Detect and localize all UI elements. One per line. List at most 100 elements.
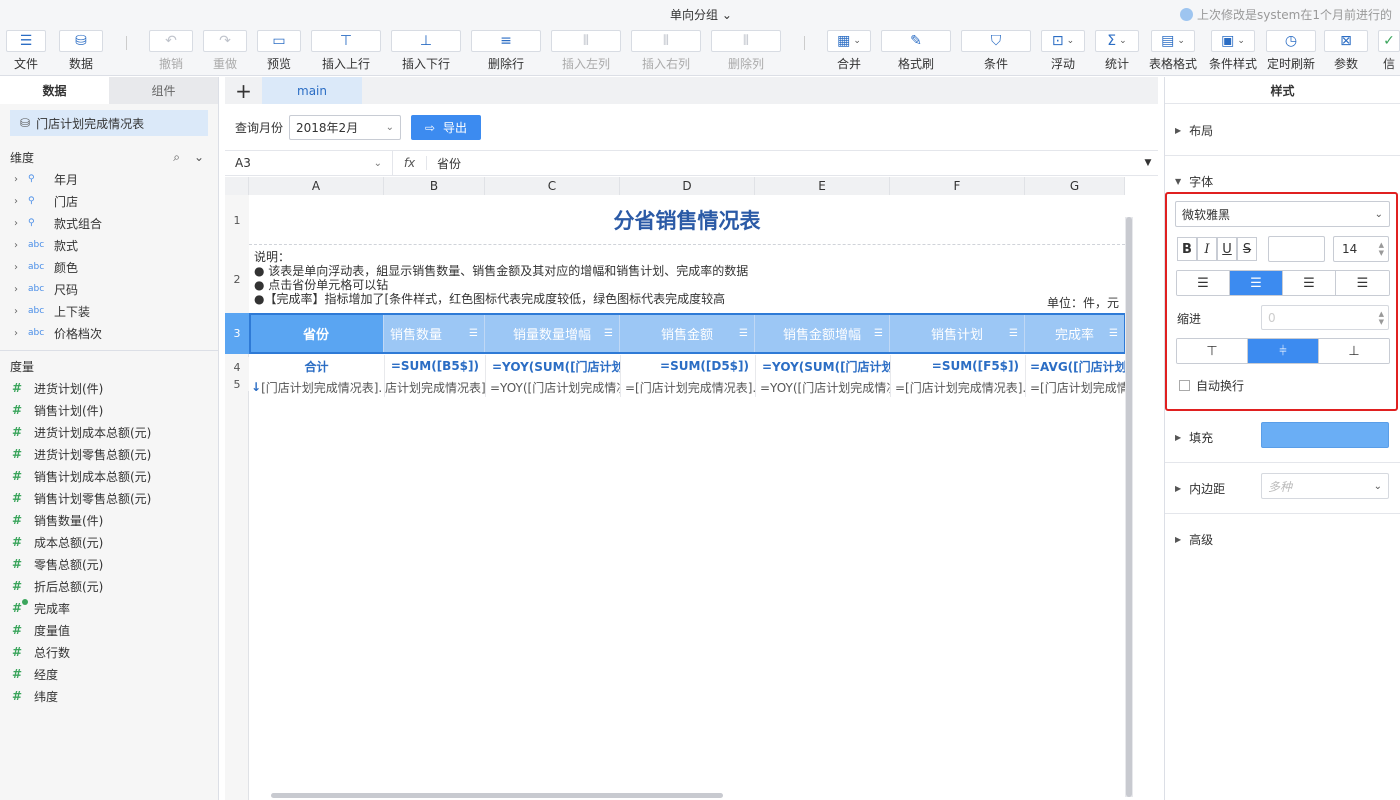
measure-item[interactable]: # 完成率 [0,597,218,619]
auto-wrap-checkbox[interactable]: 自动换行 [1179,377,1244,394]
section-fill[interactable]: ▶ 填充 [1175,429,1213,446]
chevron-right-icon[interactable]: › [14,240,22,251]
insert-col-right-button[interactable]: ⫴ 插入右列 [631,30,701,72]
preview-button[interactable]: ▭ 预览 [257,30,301,72]
align-top-button[interactable]: ⊤ [1177,339,1248,363]
cell-reference-select[interactable]: A3 ⌄ [225,151,393,175]
horizontal-scrollbar[interactable] [271,793,723,798]
section-layout[interactable]: ▶ 布局 [1175,122,1213,139]
font-size-stepper[interactable]: 14 ▲ ▼ [1333,236,1389,262]
more-button[interactable]: ✓ 信 [1378,30,1400,72]
fill-color-swatch[interactable] [1261,422,1389,448]
measure-item[interactable]: # 进货计划成本总额(元) [0,421,218,443]
row-header-3[interactable]: 3 [225,313,249,354]
cell-e5[interactable]: =YOY([门店计划完成情况 [755,377,890,397]
tab-data[interactable]: 数据 [0,77,109,104]
underline-button[interactable]: U [1217,237,1237,261]
dimension-item[interactable]: › abc 款式 [0,234,218,256]
dataset-item[interactable]: ⛁ 门店计划完成情况表 [10,110,208,136]
delete-row-button[interactable]: ≡ 删除行 [471,30,541,72]
indent-stepper[interactable]: 0 ▲ ▼ [1261,305,1389,330]
row-header-4[interactable]: 4 [225,357,249,377]
row-header-2[interactable]: 2 [225,245,249,313]
formula-input[interactable]: 省份 [427,155,1138,172]
tab-component[interactable]: 组件 [109,77,218,104]
report-title[interactable]: 分省销售情况表 [249,195,1125,245]
measure-item[interactable]: # 总行数 [0,641,218,663]
insert-row-below-button[interactable]: ⊥ 插入下行 [391,30,461,72]
chevron-right-icon[interactable]: › [14,284,22,295]
add-sheet-button[interactable]: + [225,77,262,104]
measure-item[interactable]: # 进货计划零售总额(元) [0,443,218,465]
font-family-select[interactable]: 微软雅黑 ⌄ [1175,201,1390,227]
row-header-5[interactable]: 5 [225,377,249,391]
chevron-down-icon[interactable]: ⌄ [194,150,204,165]
params-button[interactable]: ⊠ 参数 [1324,30,1368,72]
measure-item[interactable]: # 纬度 [0,685,218,707]
measure-item[interactable]: # 进货计划(件) [0,377,218,399]
measure-item[interactable]: # 折后总额(元) [0,575,218,597]
cell-c5[interactable]: =YOY([门店计划完成情况 [485,377,620,397]
vertical-scrollbar[interactable] [1125,217,1133,797]
cell-a5[interactable]: ↓ [门店计划完成情况表]. [249,377,384,397]
measure-item[interactable]: # 零售总额(元) [0,553,218,575]
insert-row-above-button[interactable]: ⊤ 插入上行 [311,30,381,72]
chevron-right-icon[interactable]: › [14,218,22,229]
col-header-f[interactable]: F [890,177,1025,195]
export-button[interactable]: ⇨ 导出 [411,115,481,140]
align-left-button[interactable]: ☰ [1177,271,1230,295]
measure-item[interactable]: # 销售数量(件) [0,509,218,531]
dimension-item[interactable]: › ⚲ 门店 [0,190,218,212]
italic-button[interactable]: I [1197,237,1217,261]
chevron-right-icon[interactable]: › [14,306,22,317]
condition-button[interactable]: ⛉ 条件 [961,30,1031,72]
chevron-right-icon[interactable]: › [14,174,22,185]
measure-item[interactable]: # 成本总额(元) [0,531,218,553]
cell-b5[interactable]: 店计划完成情况表]. [384,377,485,397]
merge-button[interactable]: ▦ ⌄ 合并 [827,30,871,72]
col-header-b[interactable]: B [384,177,485,195]
cell-d5[interactable]: =[门店计划完成情况表]. [620,377,755,397]
note-cell[interactable]: 说明： ● 该表是单向浮动表，組显示销售数量、销售金额及其对应的增幅和销售计划、… [254,250,748,306]
format-painter-button[interactable]: ✎ 格式刷 [881,30,951,72]
cell-f5[interactable]: =[门店计划完成情况表]. [890,377,1025,397]
float-button[interactable]: ⊡ ⌄ 浮动 [1041,30,1085,72]
month-select[interactable]: 2018年2月 ⌄ [289,115,402,140]
document-title[interactable]: 单向分组 ⌄ [670,6,732,23]
delete-col-button[interactable]: ⫴ 删除列 [711,30,781,72]
align-center-button[interactable]: ☰ [1230,271,1283,295]
section-padding[interactable]: ▶ 内边距 [1175,480,1225,497]
font-color-picker[interactable] [1268,236,1325,262]
dimension-item[interactable]: › abc 尺码 [0,278,218,300]
search-icon[interactable]: ⌕ [173,150,180,165]
dimension-item[interactable]: › ⚲ 年月 [0,168,218,190]
data-button[interactable]: ⛁ 数据 [59,30,103,72]
measure-item[interactable]: # 销售计划零售总额(元) [0,487,218,509]
align-middle-button[interactable]: ⫩ [1248,339,1319,363]
measure-item[interactable]: # 销售计划成本总额(元) [0,465,218,487]
measure-item[interactable]: # 销售计划(件) [0,399,218,421]
tab-main[interactable]: main [262,77,362,104]
measure-item[interactable]: # 度量值 [0,619,218,641]
condition-style-button[interactable]: ▣ ⌄ 条件样式 [1209,30,1257,72]
col-header-d[interactable]: D [620,177,755,195]
undo-button[interactable]: ↶ 撤销 [149,30,193,72]
align-justify-button[interactable]: ☰ [1336,271,1389,295]
file-button[interactable]: ☰ 文件 [6,30,46,72]
dimension-item[interactable]: › abc 上下装 [0,300,218,322]
section-advanced[interactable]: ▶ 高级 [1175,531,1213,548]
strikethrough-button[interactable]: S [1237,237,1257,261]
table-format-button[interactable]: ▤ ⌄ 表格格式 [1149,30,1197,72]
chevron-right-icon[interactable]: › [14,262,22,273]
corner-cell[interactable] [225,177,249,195]
cell-e4[interactable]: =YOY(SUM([门店计划完 [755,355,890,377]
spinner-icon[interactable]: ▲ ▼ [1379,241,1384,257]
col-header-a[interactable]: A [249,177,384,195]
section-font[interactable]: ▼ 字体 [1175,173,1213,190]
caret-down-icon[interactable]: ▼ [1138,158,1158,168]
cell-d4[interactable]: =SUM([D5$]) [620,355,755,377]
redo-button[interactable]: ↷ 重做 [203,30,247,72]
dimension-item[interactable]: › abc 价格档次 [0,322,218,344]
chevron-right-icon[interactable]: › [14,196,22,207]
col-header-e[interactable]: E [755,177,890,195]
